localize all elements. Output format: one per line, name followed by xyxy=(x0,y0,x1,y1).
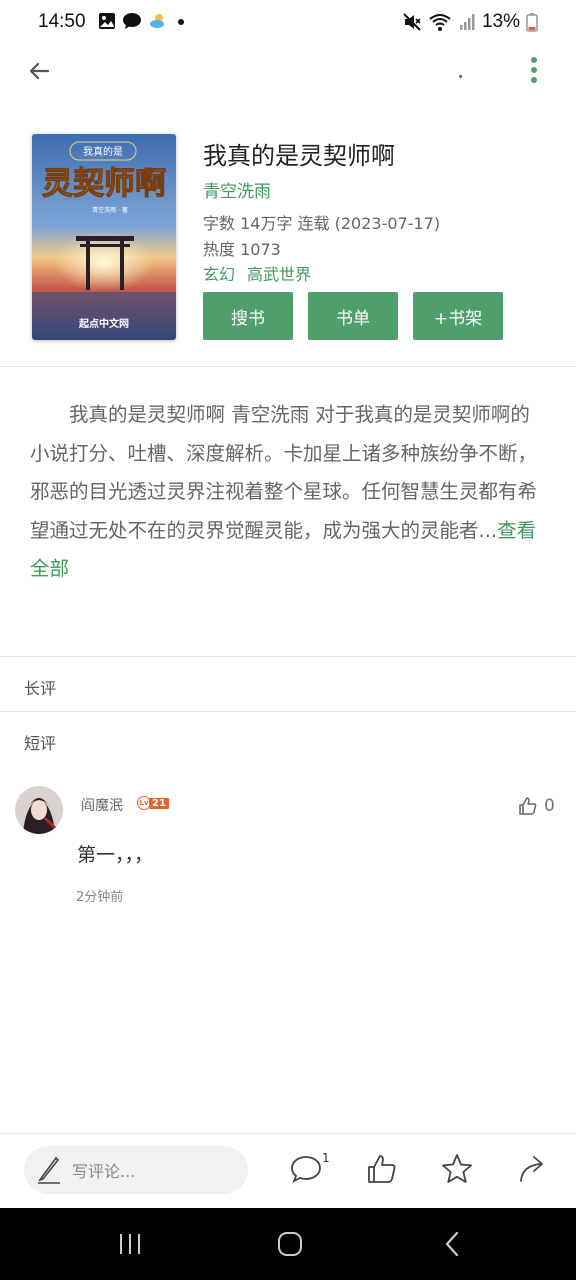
more-vertical-icon[interactable] xyxy=(522,55,546,87)
wifi-icon xyxy=(429,14,451,31)
comment-time: 2分钟前 xyxy=(76,890,124,905)
cover-author: 青空洗雨 · 著 xyxy=(92,206,128,214)
book-cover-art: 我真的是 灵契师啊 青空洗雨 · 著 起点中文网 xyxy=(32,134,176,340)
weather-icon xyxy=(150,14,164,28)
book-heat: 热度 1073 xyxy=(203,240,281,259)
add-to-shelf-button[interactable]: +书架 xyxy=(413,292,503,340)
thumbs-up-icon xyxy=(519,797,537,815)
dot-icon xyxy=(178,19,184,25)
cover-top-text: 我真的是 xyxy=(83,145,123,158)
level-number: 21 xyxy=(149,797,169,809)
top-bar xyxy=(0,46,576,96)
book-title: 我真的是灵契师啊 xyxy=(203,142,395,170)
long-review-tab[interactable]: 长评 xyxy=(24,675,56,699)
tag-subgenre[interactable]: 高武世界 xyxy=(247,261,311,285)
book-cover[interactable]: 我真的是 灵契师啊 青空洗雨 · 著 起点中文网 xyxy=(32,134,176,340)
status-bar: 14:50 13% xyxy=(0,0,576,46)
star-icon[interactable] xyxy=(440,1152,474,1186)
description-text: 我真的是灵契师啊 青空洗雨 对于我真的是灵契师啊的小说打分、吐槽、深度解析。卡加… xyxy=(30,403,538,542)
action-buttons: 搜书 书单 +书架 xyxy=(203,292,503,340)
book-description: 我真的是灵契师啊 青空洗雨 对于我真的是灵契师啊的小说打分、吐槽、深度解析。卡加… xyxy=(30,396,546,589)
comment-text: 第一，，， xyxy=(77,844,154,866)
back-arrow-icon[interactable] xyxy=(24,56,54,86)
comment-placeholder: 写评论... xyxy=(72,1162,136,1181)
like-count: 0 xyxy=(544,796,555,816)
book-word-count: 字数 14万字 连载 (2023-07-17) xyxy=(203,214,441,233)
comment-username[interactable]: 阎魔泯 xyxy=(81,795,123,815)
search-book-button[interactable]: 搜书 xyxy=(203,292,293,340)
mute-icon xyxy=(403,13,421,31)
thumbs-up-icon[interactable] xyxy=(365,1152,399,1186)
avatar[interactable] xyxy=(15,786,63,834)
home-icon[interactable] xyxy=(275,1230,305,1258)
comment-count-badge: 1 xyxy=(322,1151,330,1165)
indicator-dot xyxy=(459,75,462,78)
book-author[interactable]: 青空洗雨 xyxy=(203,177,271,202)
short-review-tab[interactable]: 短评 xyxy=(24,730,56,754)
divider xyxy=(0,366,576,367)
level-badge: Lv 21 xyxy=(137,796,169,810)
pencil-icon xyxy=(38,1156,60,1184)
cover-title: 灵契师啊 xyxy=(42,166,166,202)
battery-icon xyxy=(526,13,538,32)
comment-like-button[interactable]: 0 xyxy=(518,796,555,816)
cover-brand: 起点中文网 xyxy=(78,317,129,330)
status-time: 14:50 xyxy=(38,11,86,32)
battery-percent: 13% xyxy=(481,11,520,32)
system-nav-bar xyxy=(0,1208,576,1280)
book-tags: 玄幻 高武世界 xyxy=(203,261,311,285)
gallery-icon xyxy=(99,13,115,29)
comment-icon[interactable] xyxy=(289,1152,323,1186)
write-comment-input[interactable]: 写评论... xyxy=(24,1146,248,1194)
tag-genre[interactable]: 玄幻 xyxy=(203,261,235,285)
back-icon[interactable] xyxy=(438,1230,468,1258)
recents-icon[interactable] xyxy=(115,1230,145,1258)
signal-icon xyxy=(459,14,475,30)
divider xyxy=(0,656,576,657)
bottom-action-bar: 写评论... 1 xyxy=(0,1133,576,1208)
chat-icon xyxy=(123,13,141,29)
share-icon[interactable] xyxy=(516,1152,550,1186)
booklist-button[interactable]: 书单 xyxy=(308,292,398,340)
divider xyxy=(0,711,576,712)
